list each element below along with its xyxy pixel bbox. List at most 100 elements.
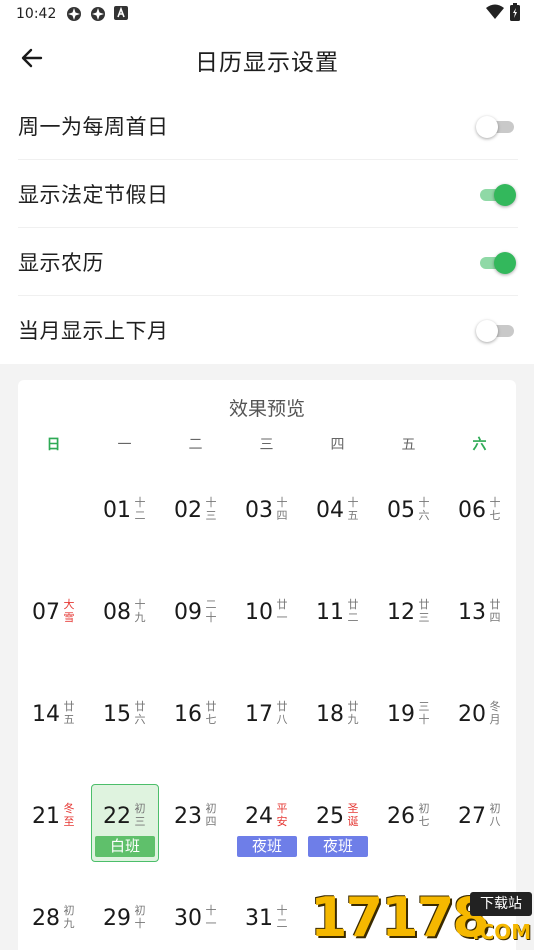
- calendar-day-cell[interactable]: 14 廿五: [19, 680, 90, 782]
- toggle-show-holidays[interactable]: [476, 181, 516, 207]
- back-button[interactable]: [14, 42, 50, 78]
- day-number: 06: [458, 498, 486, 523]
- app-icon-1: [66, 6, 82, 22]
- calendar-day-cell[interactable]: 09 二十: [161, 578, 232, 680]
- setting-label: 显示农历: [18, 250, 104, 275]
- setting-show-holidays: 显示法定节假日: [18, 160, 518, 228]
- day-number: 21: [32, 804, 60, 829]
- lunar-date: 十九: [134, 598, 146, 624]
- calendar-day-cell[interactable]: 19 三十: [374, 680, 445, 782]
- day-number: 19: [387, 702, 415, 727]
- day-number: 11: [316, 600, 344, 625]
- day-number: 05: [387, 498, 415, 523]
- day-number: 20: [458, 702, 486, 727]
- calendar-day-cell[interactable]: 20 冬月: [445, 680, 516, 782]
- calendar-day-cell[interactable]: 26 初七: [374, 782, 445, 884]
- day-number: 16: [174, 702, 202, 727]
- lunar-date: 十四: [276, 496, 288, 522]
- calendar-day-cell[interactable]: 01 十二: [90, 476, 161, 578]
- day-number: 12: [387, 600, 415, 625]
- lunar-date: 廿六: [134, 700, 146, 726]
- toggle-show-lunar[interactable]: [476, 249, 516, 275]
- calendar-day-cell[interactable]: 07 大雪: [19, 578, 90, 680]
- calendar-day-cell[interactable]: 31 十二: [232, 884, 303, 950]
- toggle-monday-first[interactable]: [476, 113, 516, 139]
- day-number: 28: [32, 906, 60, 931]
- watermark-tag: 下载站: [470, 892, 532, 916]
- weekday-label: 日: [46, 437, 61, 453]
- lunar-date: 十五: [347, 496, 359, 522]
- weekday-label: 二: [188, 437, 203, 453]
- setting-label: 显示法定节假日: [18, 182, 169, 207]
- calendar-day-cell[interactable]: 10 廿一: [232, 578, 303, 680]
- lunar-date: 大雪: [63, 598, 75, 624]
- lunar-date: 十二: [276, 904, 288, 930]
- app-bar: 日历显示设置: [0, 28, 534, 92]
- calendar-day-cell[interactable]: 29 初十: [90, 884, 161, 950]
- calendar-day-cell[interactable]: 05 十六: [374, 476, 445, 578]
- calendar-day-cell[interactable]: 15 廿六: [90, 680, 161, 782]
- calendar-day-cell[interactable]: 18 廿九: [303, 680, 374, 782]
- lunar-date: 三十: [418, 700, 430, 726]
- calendar-day-cell[interactable]: 17 廿八: [232, 680, 303, 782]
- status-time: 10:42: [16, 6, 57, 22]
- lunar-date: 十二: [134, 496, 146, 522]
- switch-thumb: [476, 115, 498, 138]
- calendar-day-cell[interactable]: 08 十九: [90, 578, 161, 680]
- setting-label: 当月显示上下月: [18, 319, 169, 343]
- calendar-day-cell[interactable]: 12 廿三: [374, 578, 445, 680]
- day-number: 18: [316, 702, 344, 727]
- calendar-day-cell[interactable]: 13 廿四: [445, 578, 516, 680]
- calendar-day-cell[interactable]: 21 冬至: [19, 782, 90, 884]
- page-title: 日历显示设置: [195, 50, 339, 76]
- lunar-date: 初九: [63, 904, 75, 930]
- lunar-date: 十七: [489, 496, 501, 522]
- arrow-left-icon: [21, 47, 43, 73]
- calendar-day-cell[interactable]: 04 十五: [303, 476, 374, 578]
- calendar-day-cell[interactable]: 28 初九: [19, 884, 90, 950]
- preview-title: 效果预览: [228, 398, 305, 420]
- day-number: 22: [103, 804, 131, 829]
- day-number: 15: [103, 702, 131, 727]
- switch-thumb: [476, 320, 498, 342]
- lunar-date: 廿七: [205, 700, 217, 726]
- calendar-day-cell[interactable]: 22 初三 白班: [90, 782, 161, 884]
- calendar-day-cell[interactable]: 03 十四: [232, 476, 303, 578]
- calendar-day-cell[interactable]: 27 初八: [445, 782, 516, 884]
- calendar-day-cell[interactable]: 11 廿二: [303, 578, 374, 680]
- calendar-day-cell[interactable]: 25 圣诞 夜班: [303, 782, 374, 884]
- calendar-day-cell[interactable]: 30 十一: [161, 884, 232, 950]
- switch-thumb: [494, 183, 516, 206]
- calendar-day-cell[interactable]: 02 十三: [161, 476, 232, 578]
- calendar-day-cell[interactable]: 23 初四: [161, 782, 232, 884]
- day-number: 26: [387, 804, 415, 829]
- calendar-day-cell[interactable]: 24 平安 夜班: [232, 782, 303, 884]
- a-icon: [114, 6, 130, 22]
- calendar-day-cell[interactable]: 06 十七: [445, 476, 516, 578]
- watermark-logo: 17178 下载站 .COM: [310, 884, 534, 950]
- lunar-date: 廿四: [489, 598, 501, 624]
- lunar-date: 初三: [134, 802, 146, 828]
- day-number: 31: [245, 906, 273, 931]
- lunar-date: 圣诞: [347, 802, 359, 828]
- watermark-digits: 17178: [310, 886, 490, 949]
- lunar-date: 廿二: [347, 598, 359, 624]
- weekday-label: 六: [472, 437, 487, 453]
- lunar-date: 初十: [134, 904, 146, 930]
- wifi-icon: [486, 4, 504, 24]
- day-number: 04: [316, 498, 344, 523]
- day-number: 29: [103, 906, 131, 931]
- toggle-show-adjacent-months[interactable]: [476, 317, 516, 343]
- day-number: 02: [174, 498, 202, 523]
- setting-label: 周一为每周首日: [18, 114, 169, 139]
- lunar-date: 初八: [489, 802, 501, 828]
- day-number: 08: [103, 600, 131, 625]
- weekday-label: 五: [401, 437, 416, 453]
- lunar-date: 廿一: [276, 598, 288, 624]
- day-number: 10: [245, 600, 273, 625]
- settings-list: 周一为每周首日 显示法定节假日 显示农历 当月显示上下月: [0, 92, 534, 364]
- calendar-day-cell[interactable]: 16 廿七: [161, 680, 232, 782]
- lunar-date: 十三: [205, 496, 217, 522]
- lunar-date: 初七: [418, 802, 430, 828]
- watermark-suffix: .COM: [472, 920, 532, 944]
